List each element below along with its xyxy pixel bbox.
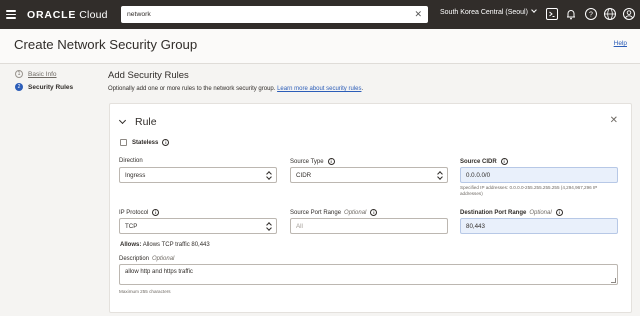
label-text: Source CIDR bbox=[460, 158, 497, 165]
section-description: Optionally add one or more rules to the … bbox=[108, 86, 363, 92]
allows-label: Allows: bbox=[120, 242, 142, 248]
label-text: Direction bbox=[119, 158, 143, 164]
info-icon[interactable]: i bbox=[152, 209, 160, 216]
ip-protocol-select[interactable]: TCP bbox=[119, 218, 277, 234]
description-hint: Maximum 255 characters bbox=[119, 289, 171, 294]
stateless-checkbox[interactable] bbox=[120, 139, 127, 146]
stateless-label: Stateless bbox=[132, 139, 159, 146]
input-placeholder: All bbox=[296, 222, 303, 230]
select-value: Ingress bbox=[125, 171, 146, 179]
select-arrows-icon bbox=[437, 171, 442, 180]
user-icon[interactable] bbox=[622, 7, 636, 21]
bell-icon[interactable] bbox=[564, 7, 578, 21]
source-port-label: Source Port Range Optional i bbox=[290, 209, 378, 216]
select-value: CIDR bbox=[296, 171, 312, 179]
rule-title: Rule bbox=[135, 116, 157, 128]
globe-icon[interactable] bbox=[603, 7, 617, 21]
stateless-checkbox-row[interactable]: Stateless i bbox=[120, 139, 170, 146]
source-cidr-input[interactable]: 0.0.0.0/0 bbox=[460, 167, 618, 183]
ip-protocol-label: IP Protocol i bbox=[119, 209, 160, 216]
close-icon[interactable]: ✕ bbox=[610, 116, 618, 126]
info-icon[interactable]: i bbox=[370, 209, 378, 216]
chevron-down-icon bbox=[118, 116, 127, 125]
svg-text:?: ? bbox=[589, 11, 593, 18]
source-port-input[interactable]: All bbox=[290, 218, 448, 234]
input-value: 0.0.0.0/0 bbox=[466, 171, 491, 179]
region-label: South Korea Central (Seoul) bbox=[440, 9, 528, 16]
description-textarea[interactable]: allow http and https traffic bbox=[119, 264, 618, 285]
source-cidr-hint: Specified IP addresses: 0.0.0.0-255.255.… bbox=[460, 185, 598, 196]
label-text: Destination Port Range bbox=[460, 209, 527, 216]
dest-port-label: Destination Port Range Optional i bbox=[460, 209, 563, 216]
input-value: 80,443 bbox=[466, 222, 485, 230]
step-label: Basic Info bbox=[28, 70, 57, 78]
info-icon[interactable]: i bbox=[327, 158, 335, 165]
direction-label: Direction bbox=[119, 158, 143, 164]
optional-tag: Optional bbox=[344, 209, 367, 216]
textarea-value: allow http and https traffic bbox=[125, 269, 193, 275]
help-icon[interactable]: ? bbox=[584, 7, 598, 21]
description-period: . bbox=[361, 86, 364, 92]
direction-select[interactable]: Ingress bbox=[119, 167, 277, 183]
optional-tag: Optional bbox=[152, 256, 175, 262]
description-label: Description Optional bbox=[119, 256, 174, 262]
select-value: TCP bbox=[125, 222, 138, 230]
search-input[interactable]: network ✕ bbox=[121, 6, 428, 23]
label-text: Source Type bbox=[290, 158, 324, 165]
help-link[interactable]: Help bbox=[614, 40, 627, 47]
step-label: Security Rules bbox=[28, 83, 74, 91]
page-title: Create Network Security Group bbox=[14, 37, 198, 52]
allows-summary: Allows: Allows TCP traffic 80,443 bbox=[120, 242, 210, 248]
hamburger-icon[interactable] bbox=[6, 10, 16, 19]
region-selector[interactable]: South Korea Central (Seoul) bbox=[440, 7, 537, 16]
clear-search-icon[interactable]: ✕ bbox=[414, 9, 422, 19]
source-type-select[interactable]: CIDR bbox=[290, 167, 448, 183]
step-number: 1 bbox=[15, 70, 23, 78]
select-arrows-icon bbox=[266, 171, 271, 180]
resize-handle-icon[interactable] bbox=[611, 278, 616, 283]
label-text: Description bbox=[119, 256, 150, 262]
description-text: Optionally add one or more rules to the … bbox=[108, 86, 276, 92]
info-icon[interactable]: i bbox=[500, 158, 508, 165]
section-title: Add Security Rules bbox=[108, 70, 189, 81]
rule-header[interactable]: Rule bbox=[118, 116, 157, 128]
chevron-down-icon bbox=[531, 7, 537, 13]
label-text: Source Port Range bbox=[290, 209, 342, 216]
allows-text: Allows TCP traffic 80,443 bbox=[142, 242, 210, 248]
rule-card: Rule ✕ Stateless i Direction Ingress Sou… bbox=[109, 103, 632, 313]
info-icon[interactable]: i bbox=[555, 209, 563, 216]
page-header: Create Network Security Group Help bbox=[0, 29, 640, 64]
brand-logo[interactable]: ORACLE Cloud bbox=[27, 9, 108, 21]
dest-port-input[interactable]: 80,443 bbox=[460, 218, 618, 234]
cloud-shell-icon[interactable] bbox=[545, 7, 559, 21]
learn-more-link[interactable]: Learn more about security rules bbox=[277, 86, 361, 92]
source-type-label: Source Type i bbox=[290, 158, 335, 165]
optional-tag: Optional bbox=[529, 209, 552, 216]
step-security-rules[interactable]: 2 Security Rules bbox=[15, 83, 73, 91]
label-text: IP Protocol bbox=[119, 209, 149, 216]
step-basic-info[interactable]: 1 Basic Info bbox=[15, 70, 57, 78]
search-value: network bbox=[127, 11, 151, 18]
source-cidr-label: Source CIDR i bbox=[460, 158, 508, 165]
select-arrows-icon bbox=[266, 222, 271, 231]
step-number: 2 bbox=[15, 83, 23, 91]
info-icon[interactable]: i bbox=[162, 139, 170, 146]
